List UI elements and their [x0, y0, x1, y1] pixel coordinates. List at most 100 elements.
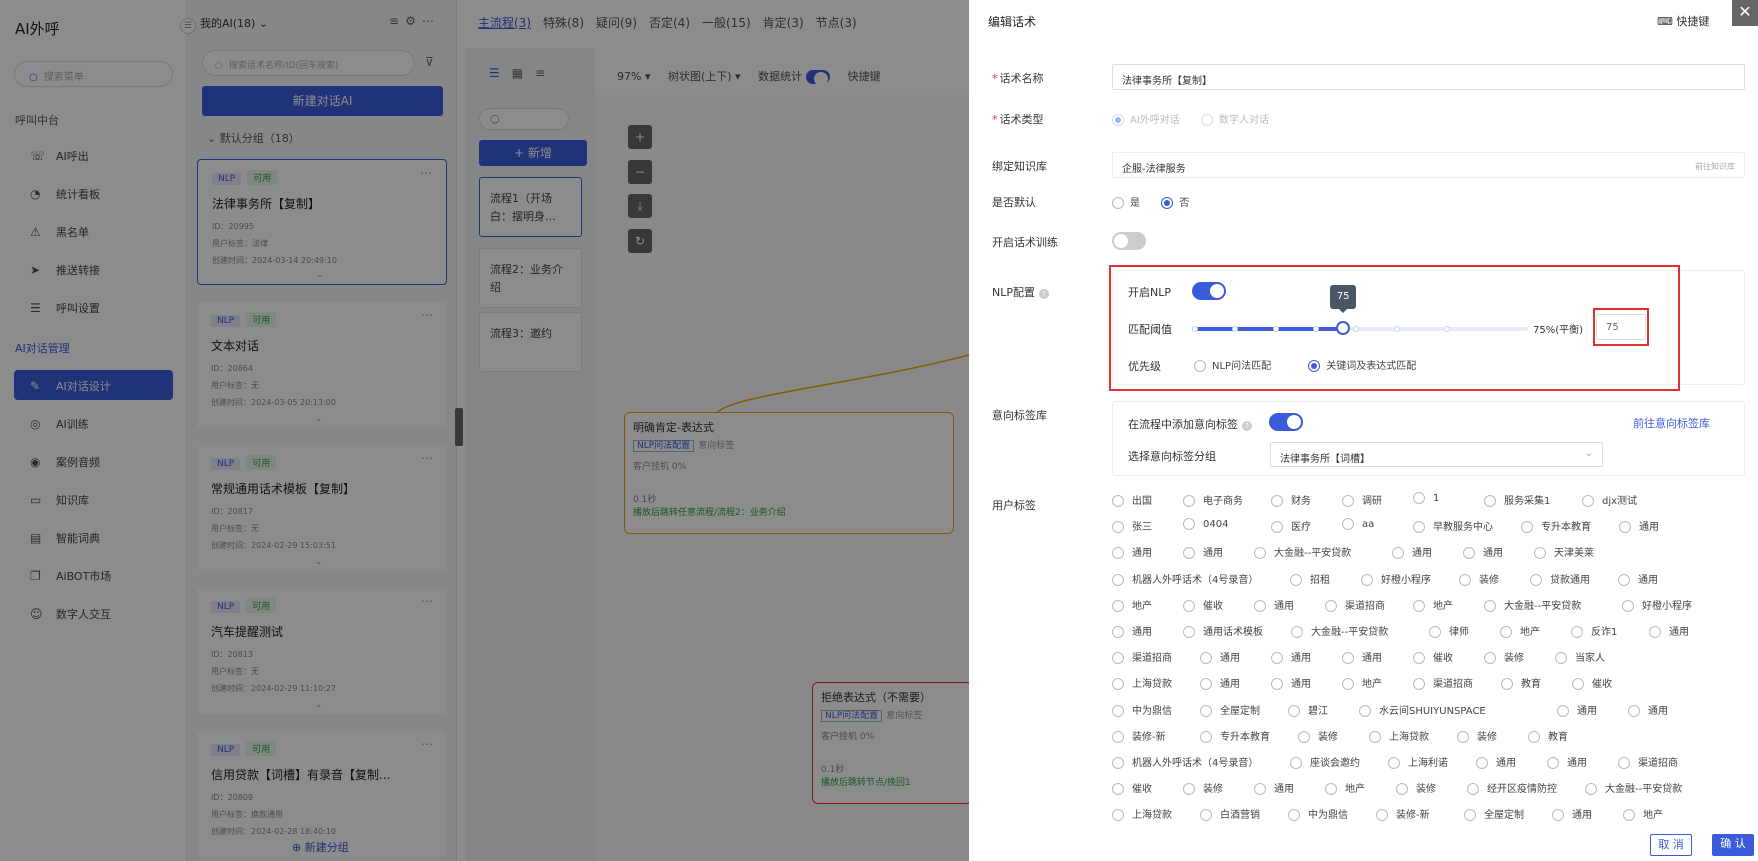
user-tag-option[interactable]: 服务采集1 [1484, 492, 1550, 507]
user-tag-option[interactable]: 渠道招商 [1618, 754, 1678, 769]
checkbox[interactable] [1361, 573, 1373, 586]
user-tag-option[interactable]: 地产 [1623, 806, 1663, 822]
checkbox[interactable] [1112, 783, 1124, 796]
checkbox[interactable] [1200, 730, 1212, 743]
checkbox[interactable] [1112, 573, 1124, 586]
user-tag-option[interactable]: aa [1342, 518, 1374, 531]
checkbox[interactable] [1413, 678, 1425, 691]
checkbox[interactable] [1112, 547, 1124, 560]
default-no-radio[interactable]: 否 [1161, 197, 1189, 209]
knowledge-base-select[interactable]: 企服-法律服务 前往知识库 [1112, 152, 1745, 178]
user-tag-option[interactable]: 出国 [1112, 492, 1152, 507]
checkbox[interactable] [1552, 809, 1564, 822]
user-tag-option[interactable]: 张三 [1112, 518, 1152, 534]
goto-intent-link[interactable]: 前往意向标签库 [1633, 415, 1710, 431]
checkbox[interactable] [1254, 599, 1266, 612]
checkbox[interactable] [1112, 652, 1124, 665]
user-tag-option[interactable]: 财务 [1271, 492, 1311, 507]
user-tag-option[interactable]: 专升本教育 [1521, 518, 1591, 534]
checkbox[interactable] [1413, 652, 1425, 665]
user-tag-option[interactable]: 通用 [1183, 544, 1223, 560]
checkbox[interactable] [1271, 495, 1283, 507]
checkbox[interactable] [1388, 757, 1400, 769]
checkbox[interactable] [1290, 757, 1302, 769]
user-tag-option[interactable]: 装修 [1459, 571, 1499, 586]
train-toggle[interactable] [1112, 232, 1146, 250]
checkbox[interactable] [1530, 573, 1542, 586]
checkbox[interactable] [1291, 626, 1303, 638]
type-digital-human-radio[interactable]: 数字人对话 [1200, 114, 1269, 126]
intent-toggle[interactable] [1269, 413, 1303, 431]
checkbox[interactable] [1112, 704, 1124, 717]
checkbox[interactable] [1183, 783, 1195, 796]
checkbox[interactable] [1396, 783, 1408, 796]
checkbox[interactable] [1429, 626, 1441, 638]
checkbox[interactable] [1413, 492, 1425, 504]
checkbox[interactable] [1342, 652, 1354, 665]
checkbox[interactable] [1413, 521, 1425, 534]
checkbox[interactable] [1484, 495, 1496, 507]
cancel-button[interactable]: 取 消 [1650, 834, 1692, 856]
user-tag-option[interactable]: 教育 [1501, 675, 1541, 691]
checkbox[interactable] [1392, 547, 1404, 560]
user-tag-option[interactable]: 催收 [1183, 597, 1223, 612]
user-tag-option[interactable]: 律师 [1429, 623, 1469, 638]
checkbox[interactable] [1112, 521, 1124, 534]
checkbox[interactable] [1112, 809, 1124, 822]
modal-overlay[interactable] [0, 0, 969, 861]
user-tag-option[interactable]: 调研 [1342, 492, 1382, 507]
user-tag-option[interactable]: 地产 [1325, 780, 1365, 796]
checkbox[interactable] [1254, 547, 1266, 560]
user-tag-option[interactable]: djx测试 [1582, 492, 1637, 507]
checkbox[interactable] [1342, 678, 1354, 691]
goto-kb-link[interactable]: 前往知识库 [1695, 161, 1735, 172]
checkbox[interactable] [1359, 704, 1371, 717]
checkbox[interactable] [1254, 783, 1266, 796]
user-tag-option[interactable]: 通用 [1628, 702, 1668, 717]
user-tag-option[interactable]: 催收 [1413, 649, 1453, 665]
user-tag-option[interactable]: 全屋定制 [1200, 702, 1260, 717]
user-tag-option[interactable]: 大金融--平安贷款 [1585, 780, 1682, 796]
user-tag-option[interactable]: 催收 [1112, 780, 1152, 796]
user-tag-option[interactable]: 医疗 [1271, 518, 1311, 534]
user-tag-option[interactable]: 好橙小程序 [1361, 571, 1431, 586]
checkbox[interactable] [1619, 521, 1631, 534]
user-tag-option[interactable]: 当家人 [1555, 649, 1605, 665]
user-tag-option[interactable]: 通用 [1547, 754, 1587, 769]
user-tag-option[interactable]: 机器人外呼话术（4号录音） [1112, 571, 1258, 586]
checkbox[interactable] [1271, 652, 1283, 665]
user-tag-option[interactable]: 座谈会邀约 [1290, 754, 1360, 769]
user-tag-option[interactable]: 上海贷款 [1112, 806, 1172, 822]
checkbox[interactable] [1112, 730, 1124, 743]
checkbox[interactable] [1112, 626, 1124, 638]
checkbox[interactable] [1582, 495, 1594, 507]
checkbox[interactable] [1623, 809, 1635, 822]
checkbox[interactable] [1467, 783, 1479, 796]
user-tag-option[interactable]: 碧江 [1288, 702, 1328, 717]
user-tag-option[interactable]: 通用 [1476, 754, 1516, 769]
user-tag-option[interactable]: 装修 [1183, 780, 1223, 796]
checkbox[interactable] [1112, 678, 1124, 691]
user-tag-option[interactable]: 白酒营销 [1200, 806, 1260, 822]
user-tag-option[interactable]: 机器人外呼话术（4号录音） [1112, 754, 1258, 769]
checkbox[interactable] [1200, 809, 1212, 822]
user-tag-option[interactable]: 通用 [1552, 806, 1592, 822]
checkbox[interactable] [1555, 652, 1567, 665]
user-tag-option[interactable]: 反诈1 [1571, 623, 1617, 638]
user-tag-option[interactable]: 地产 [1500, 623, 1540, 638]
checkbox[interactable] [1183, 547, 1195, 560]
script-name-input[interactable]: 法律事务所【复制】 [1112, 64, 1745, 90]
user-tag-option[interactable]: 装修-新 [1112, 728, 1166, 743]
user-tag-option[interactable]: 招租 [1290, 571, 1330, 586]
checkbox[interactable] [1649, 626, 1661, 638]
checkbox[interactable] [1464, 809, 1476, 822]
checkbox[interactable] [1183, 518, 1195, 531]
user-tag-option[interactable]: 全屋定制 [1464, 806, 1524, 822]
checkbox[interactable] [1534, 547, 1546, 560]
user-tag-option[interactable]: 通用 [1254, 597, 1294, 612]
user-tag-option[interactable]: 天津美莱 [1534, 544, 1594, 560]
checkbox[interactable] [1200, 678, 1212, 691]
intent-group-select[interactable]: 法律事务所【词槽】 ⌄ [1270, 442, 1603, 467]
checkbox[interactable] [1112, 495, 1124, 507]
user-tag-option[interactable]: 通用 [1271, 649, 1311, 665]
